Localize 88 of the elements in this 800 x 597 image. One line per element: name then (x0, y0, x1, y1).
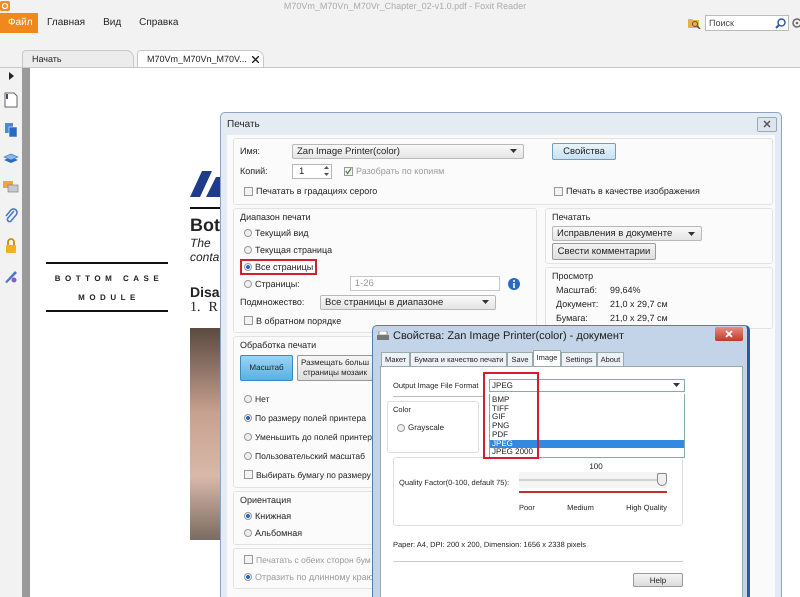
list-item[interactable]: PNG (490, 422, 684, 431)
radio-option[interactable]: Нет (240, 390, 274, 406)
menu-item[interactable]: Главная (38, 13, 94, 33)
printer-icon (377, 330, 389, 342)
radio-option[interactable]: Книжная (240, 508, 296, 524)
document-tab[interactable]: Начать (22, 50, 134, 67)
dialog-title: Печать (227, 118, 260, 130)
folder-search-icon (687, 17, 701, 29)
value-label: 100 (588, 462, 604, 472)
group-title: Просмотр (552, 270, 594, 283)
spinner-arrows-icon (323, 164, 330, 178)
caret-icon (510, 149, 517, 153)
group-title: Диапазон печати (240, 211, 311, 224)
list-item[interactable]: GIF (490, 413, 684, 422)
preview-label: Бумага: (555, 313, 589, 323)
close-icon (725, 330, 733, 338)
menu-item[interactable]: Вид (94, 13, 130, 33)
slider-track[interactable] (519, 472, 667, 488)
side-heading: BOTTOM CASE (54, 274, 164, 283)
preview-label: Масштаб: (555, 285, 598, 295)
dropdown[interactable]: JPEG (489, 378, 685, 392)
caret-icon (688, 232, 695, 236)
checkbox-option[interactable]: Печатать в градациях серого (240, 183, 382, 199)
radio-option[interactable]: Grayscale (393, 420, 448, 435)
page-icon[interactable] (4, 92, 18, 108)
list-item[interactable]: PDF (490, 430, 684, 440)
step-text: R (208, 300, 218, 316)
radio-option[interactable]: Уменьшить до полей принтер (240, 428, 376, 444)
gear-icon (791, 17, 800, 29)
group-title: Обработка печати (240, 339, 316, 352)
layers-icon[interactable] (3, 152, 19, 166)
copies-field[interactable]: 1 (292, 164, 332, 178)
help-button[interactable]: Help (633, 573, 683, 587)
radio-option[interactable]: По размеру полей принтера (240, 410, 370, 426)
pages-field[interactable]: 1-26 (350, 276, 500, 291)
dropdown[interactable]: Исправления в документе (552, 226, 702, 241)
dialog-title: Свойства: Zan Image Printer(color) - документ (393, 330, 624, 342)
pages-icon[interactable] (4, 122, 18, 138)
intro-text: conta (190, 250, 220, 264)
radio-option[interactable]: Пользовательский масштаб (240, 448, 370, 464)
mode-button[interactable]: Размещать больш страницы мозаик (297, 355, 374, 381)
group-title: Ориентация (240, 494, 292, 507)
document-tab[interactable]: M70Vm_M70Vn_M70V... (137, 50, 264, 67)
dropdown[interactable]: Zan Image Printer(color) (292, 144, 524, 158)
small-triangle-icon[interactable] (8, 72, 14, 80)
step-number: 1. (190, 300, 200, 316)
dropdown[interactable]: Все страницы в диапазоне (320, 294, 496, 310)
preview-label: Документ: (555, 299, 600, 309)
list-item[interactable]: TIFF (490, 404, 684, 414)
checkbox-option[interactable]: Печать в качестве изображения (550, 183, 704, 199)
list-item[interactable]: JPEG (490, 440, 684, 448)
app-logo-icon (0, 1, 10, 11)
preview-value: 99,64% (610, 285, 641, 295)
section-heading: Disa (190, 284, 221, 300)
radio-option[interactable]: Текущая страница (240, 242, 336, 258)
search-icon (775, 18, 786, 29)
caret-icon (482, 300, 489, 304)
slider-thumb[interactable] (657, 473, 667, 486)
field-label: Подмножество: (240, 297, 306, 307)
close-icon[interactable] (252, 56, 259, 62)
radio-option[interactable]: Альбомная (240, 524, 306, 540)
search-field[interactable]: Поиск (705, 15, 789, 31)
close-button[interactable] (715, 327, 743, 341)
checkbox-option[interactable]: В обратном порядке (240, 312, 346, 328)
comments-icon[interactable] (3, 180, 19, 194)
close-button[interactable] (757, 116, 777, 132)
preview-value: 21,0 x 29,7 см (610, 313, 668, 323)
radio-option[interactable]: Текущий вид (240, 224, 313, 240)
group-title: Печатать (552, 211, 590, 224)
group-panel: Имя: Zan Image Printer(color) Свойства Копий: 1 Разобрать по копиям Печатать в градациях серого Печать в качестве изображения (233, 138, 773, 205)
mode-button[interactable]: Масштаб (240, 355, 293, 381)
window-title: M70Vm_M70Vn_M70Vr_Chapter_02-v1.0.pdf - Foxit Reader (284, 1, 526, 11)
paperclip-icon[interactable] (4, 208, 18, 224)
caret-icon (673, 383, 680, 387)
intro-text: The (190, 236, 211, 250)
summarize-button[interactable]: Свести комментарии (552, 243, 656, 260)
lock-icon[interactable] (4, 238, 18, 254)
list-item[interactable]: BMP (490, 396, 684, 405)
close-icon (763, 120, 771, 128)
radio-option[interactable]: Все страницы (240, 258, 318, 274)
radio-option[interactable]: Страницы: (240, 276, 304, 292)
checkbox-option[interactable]: Выбирать бумагу по размеру (240, 466, 375, 482)
properties-button[interactable]: Свойства (552, 142, 616, 160)
side-heading: MODULE (77, 293, 141, 302)
menu-item[interactable]: Справка (130, 13, 188, 33)
signature-icon[interactable] (3, 268, 19, 284)
info-icon (508, 278, 520, 290)
preview-value: 21,0 x 29,7 см (610, 299, 668, 309)
